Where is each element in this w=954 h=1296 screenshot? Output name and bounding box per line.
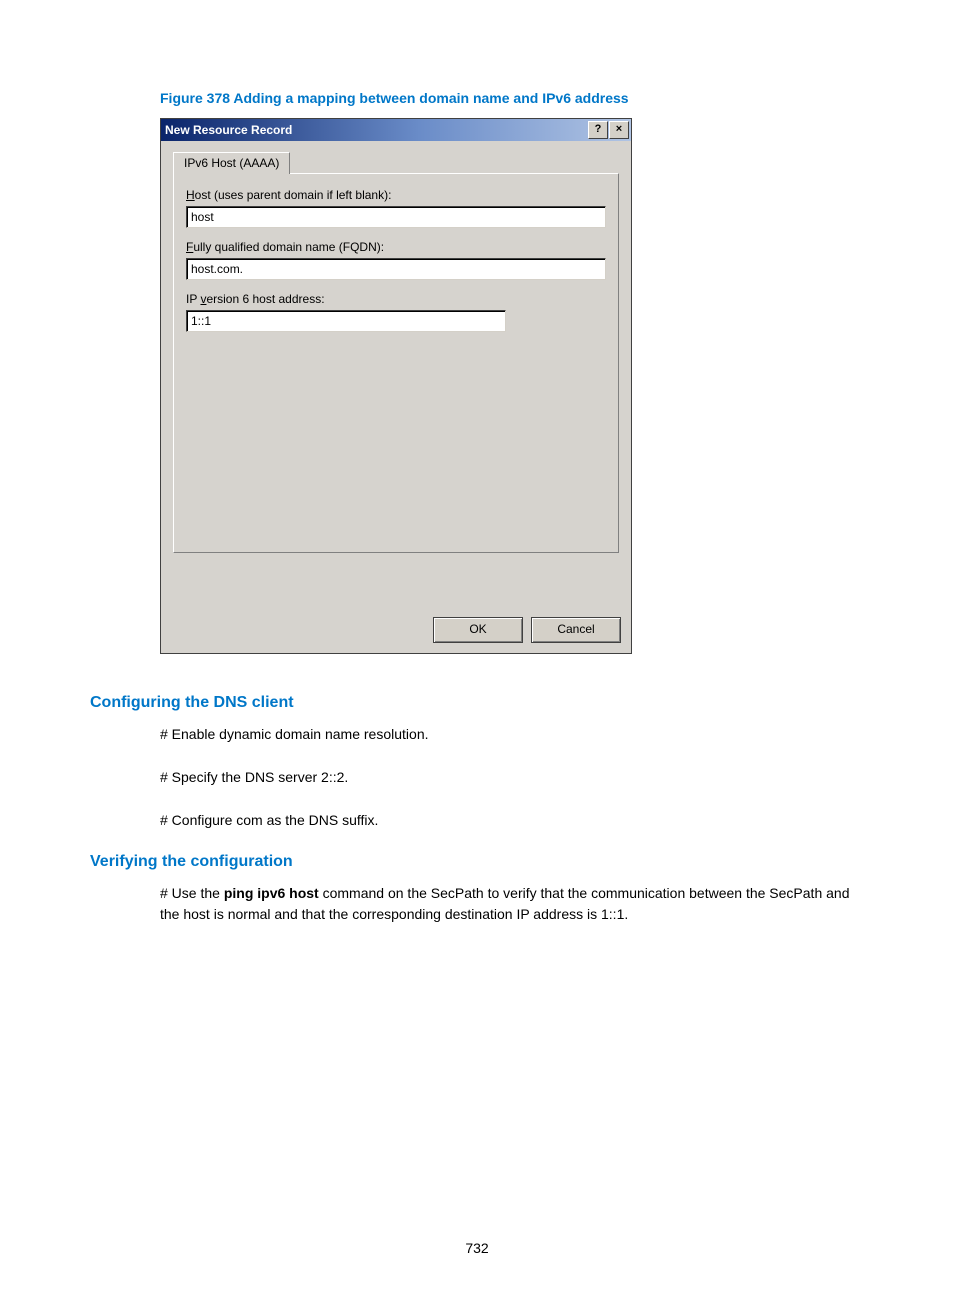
body-text: # Configure com as the DNS suffix.	[160, 810, 864, 831]
page-number: 732	[0, 1240, 954, 1256]
tab-ipv6-host[interactable]: IPv6 Host (AAAA)	[173, 152, 290, 174]
figure-caption: Figure 378 Adding a mapping between doma…	[160, 90, 864, 106]
ipv6-label: IP version 6 host address:	[186, 292, 606, 306]
host-label: Host (uses parent domain if left blank):	[186, 188, 606, 202]
body-text: # Use the ping ipv6 host command on the …	[160, 883, 864, 925]
tab-panel: Host (uses parent domain if left blank):…	[173, 173, 619, 553]
ok-button[interactable]: OK	[433, 617, 523, 643]
body-text: # Specify the DNS server 2::2.	[160, 767, 864, 788]
close-icon[interactable]: ×	[609, 121, 629, 139]
dialog-screenshot: New Resource Record ? × IPv6 Host (AAAA)…	[160, 118, 864, 654]
section-heading-dns-client: Configuring the DNS client	[90, 694, 864, 712]
ipv6-input[interactable]	[186, 310, 506, 332]
help-icon[interactable]: ?	[588, 121, 608, 139]
host-input[interactable]	[186, 206, 606, 228]
dialog-title: New Resource Record	[165, 123, 292, 137]
section-heading-verify: Verifying the configuration	[90, 853, 864, 871]
titlebar: New Resource Record ? ×	[161, 119, 631, 141]
dialog-body: IPv6 Host (AAAA) Host (uses parent domai…	[161, 141, 631, 611]
dialog-buttons: OK Cancel	[161, 611, 631, 653]
fqdn-input[interactable]	[186, 258, 606, 280]
dialog-window: New Resource Record ? × IPv6 Host (AAAA)…	[160, 118, 632, 654]
body-text: # Enable dynamic domain name resolution.	[160, 724, 864, 745]
cancel-button[interactable]: Cancel	[531, 617, 621, 643]
fqdn-label: Fully qualified domain name (FQDN):	[186, 240, 606, 254]
